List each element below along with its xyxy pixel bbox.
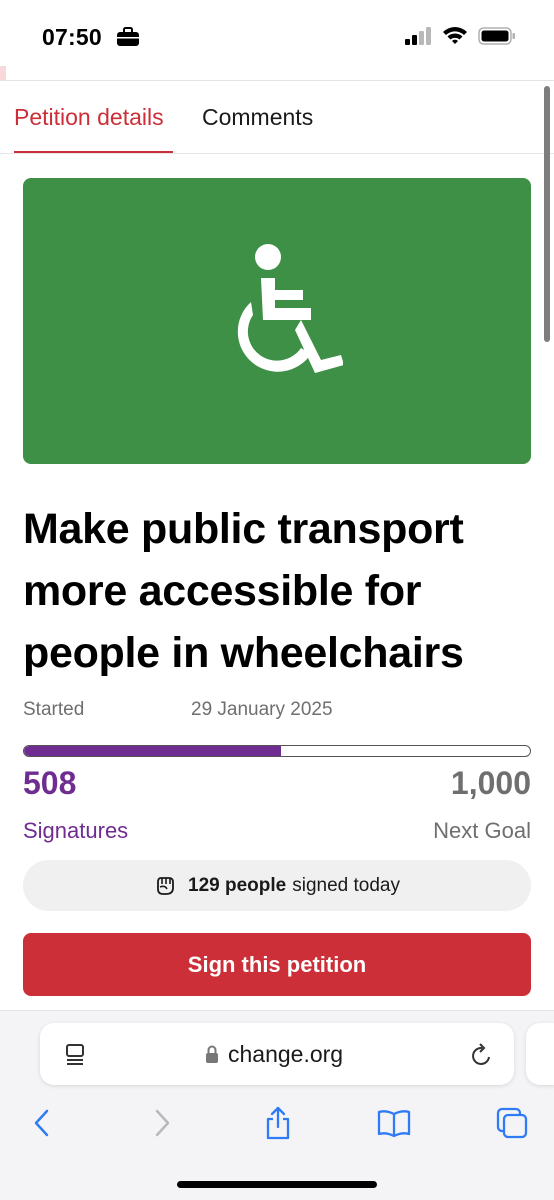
today-text: signed today	[292, 874, 400, 896]
goal-count: 1,000	[450, 765, 531, 801]
signature-progress-bar	[23, 745, 531, 757]
tab-comments[interactable]: Comments	[202, 81, 342, 154]
briefcase-icon	[117, 27, 139, 46]
tab-bar: Petition details Comments	[0, 81, 554, 154]
raised-fist-icon	[157, 876, 174, 895]
next-tab-preview[interactable]	[526, 1023, 554, 1085]
tabs-icon[interactable]	[492, 1103, 532, 1143]
bookmarks-icon[interactable]	[374, 1103, 414, 1143]
started-label: Started	[23, 699, 85, 720]
today-count: 129 people	[188, 874, 287, 896]
page-edge-accent	[0, 66, 6, 80]
forward-icon[interactable]	[142, 1103, 182, 1143]
divider	[0, 153, 554, 154]
status-time: 07:50	[42, 24, 102, 50]
started-date: 29 January 2025	[191, 699, 333, 720]
sign-petition-button[interactable]: Sign this petition	[23, 933, 531, 996]
home-indicator	[177, 1181, 377, 1188]
battery-icon	[478, 27, 515, 45]
petition-hero-image	[23, 178, 531, 464]
reload-icon[interactable]	[470, 1042, 494, 1068]
wifi-icon	[443, 27, 467, 44]
tab-petition-details[interactable]: Petition details	[14, 81, 174, 154]
progress-fill	[24, 746, 282, 756]
petition-title: Make public transport more accessible fo…	[23, 505, 464, 677]
share-icon[interactable]	[258, 1103, 298, 1143]
tab-label: Comments	[202, 104, 314, 130]
screen: 07:50 Petition details Comments Make pub…	[0, 0, 554, 1200]
browser-toolbar: change.org	[0, 1010, 554, 1200]
lock-icon	[206, 1045, 218, 1063]
url-text[interactable]: change.org	[228, 1041, 343, 1068]
reader-icon[interactable]	[64, 1043, 86, 1067]
signatures-count: 508	[23, 765, 77, 801]
signatures-label: Signatures	[23, 818, 129, 843]
tab-label: Petition details	[14, 104, 164, 130]
back-icon[interactable]	[22, 1103, 62, 1143]
status-bar: 07:50	[0, 0, 554, 80]
wheelchair-icon	[237, 244, 343, 373]
signed-today-badge: 129 people signed today	[23, 860, 531, 911]
address-bar[interactable]: change.org	[40, 1023, 514, 1085]
goal-label: Next Goal	[433, 818, 531, 843]
scrollbar[interactable]	[544, 86, 550, 342]
signal-icon	[405, 27, 431, 45]
